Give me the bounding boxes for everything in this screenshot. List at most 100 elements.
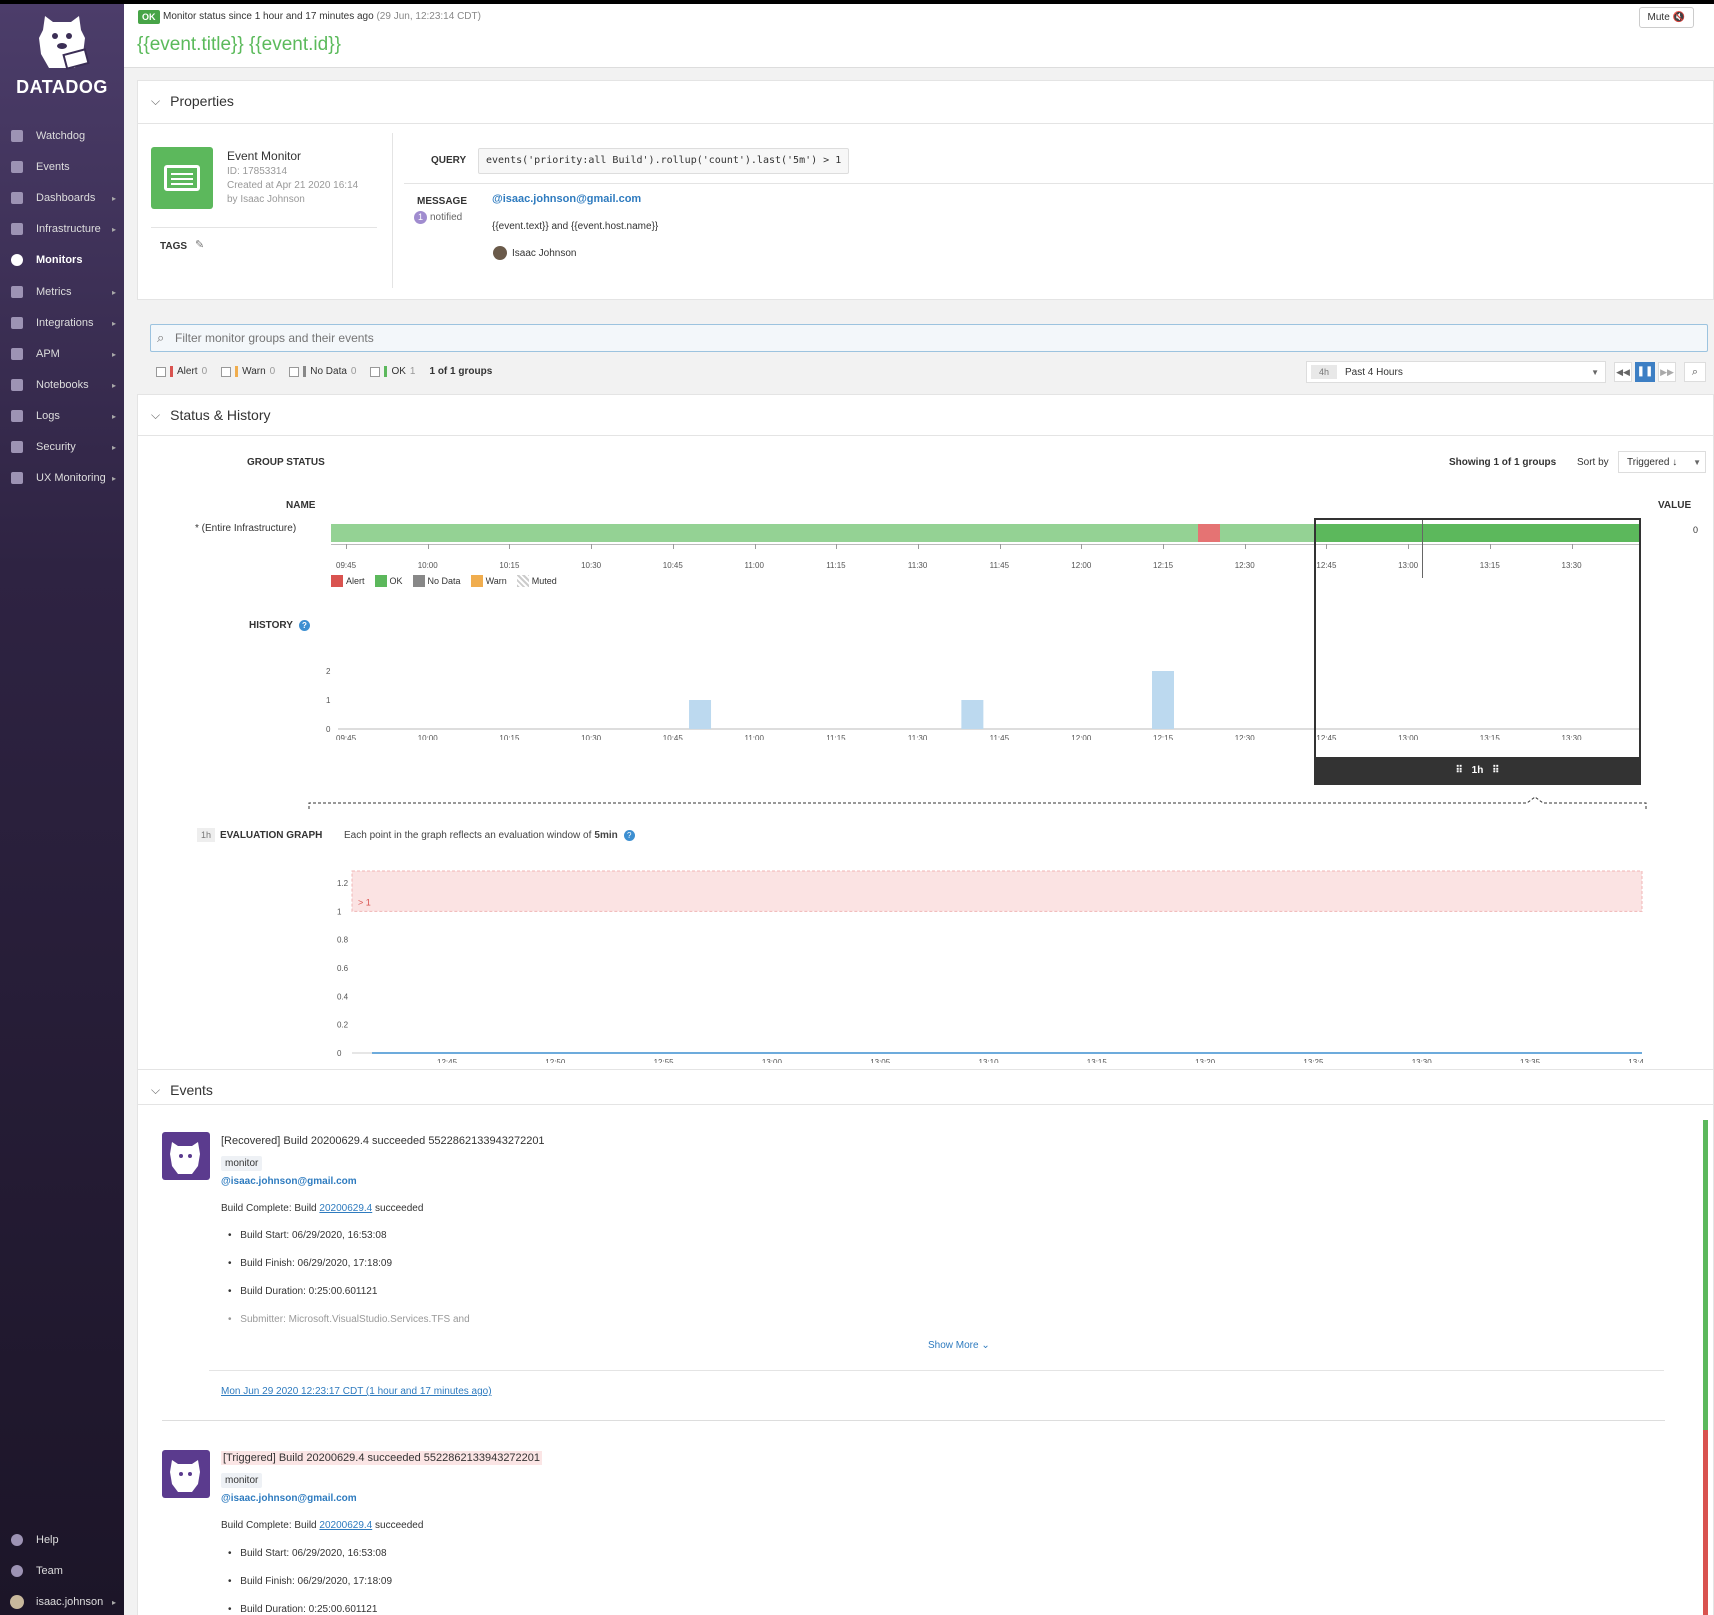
page-title: {{event.title}} {{event.id}} — [137, 34, 341, 55]
sidebar-item-label: Integrations — [36, 317, 94, 329]
pencil-icon[interactable]: ✎ — [195, 238, 204, 251]
drag-handle-icon[interactable]: ⠿ — [1492, 765, 1499, 776]
event-summary-prefix: Build Complete: Build — [221, 1520, 317, 1531]
message-recipient-link[interactable]: @isaac.johnson@gmail.com — [492, 193, 641, 205]
event-tag-label: monitor — [221, 1473, 263, 1488]
filter-warn[interactable]: Warn 0 — [221, 366, 275, 377]
event-summary-suffix: succeeded — [375, 1520, 424, 1531]
sidebar-item-notebooks[interactable]: Notebooks ▸ — [0, 371, 124, 399]
checkbox[interactable] — [221, 366, 232, 377]
show-more-button[interactable]: Show More ⌄ — [928, 1340, 990, 1351]
eval-description-row: Each point in the graph reflects an eval… — [344, 830, 635, 841]
legend-ok: OK — [374, 575, 403, 587]
query-label: QUERY — [431, 155, 467, 166]
window-handle[interactable]: ⠿ 1h ⠿ — [1314, 757, 1641, 785]
event-bullet: • Build Duration: 0:25:00.601121 — [228, 1604, 378, 1615]
group-name[interactable]: * (Entire Infrastructure) — [195, 523, 296, 534]
eval-y-tick: 0 — [337, 1049, 342, 1058]
sidebar-item-ux-monitoring[interactable]: UX Monitoring ▸ — [0, 464, 124, 492]
filter-no-data[interactable]: No Data 0 — [289, 366, 356, 377]
event-title[interactable]: [Triggered] Build 20200629.4 succeeded 5… — [221, 1451, 543, 1465]
shield-icon — [11, 441, 23, 453]
sidebar-item-security[interactable]: Security ▸ — [0, 433, 124, 461]
event-timestamp-link[interactable]: Mon Jun 29 2020 12:23:17 CDT (1 hour and… — [221, 1386, 492, 1397]
sidebar-item-dashboards[interactable]: Dashboards ▸ — [0, 184, 124, 212]
filter-ok[interactable]: OK 1 — [370, 366, 415, 377]
event-bullet: • Build Duration: 0:25:00.601121 — [228, 1286, 378, 1297]
status-history-title: Status & History — [170, 407, 271, 423]
evaluation-chart: > 1 1.2 1 0.8 0.6 0.4 0.2 0 12:45 12:50 12:55 13:00… — [337, 870, 1644, 1063]
events-panel: ⌵ Events [Recovered] Build 20200629.4 suc… — [137, 1070, 1714, 1615]
time-tick: 11:30 — [907, 561, 928, 570]
sidebar-item-infrastructure[interactable]: Infrastructure ▸ — [0, 215, 124, 243]
selection-window[interactable]: ⠿ 1h ⠿ — [1314, 518, 1641, 785]
event-tag[interactable]: monitor — [221, 1153, 263, 1171]
status-color-bar — [170, 366, 173, 377]
sidebar-item-label: Metrics — [36, 286, 72, 298]
help-icon[interactable]: ? — [623, 830, 635, 841]
sidebar-item-label: Watchdog — [36, 130, 86, 142]
fast-forward-button[interactable]: ▶▶ — [1658, 362, 1676, 382]
zoom-icon[interactable]: ⌕ — [1684, 362, 1706, 382]
build-link[interactable]: 20200629.4 — [319, 1520, 372, 1531]
speaker-muted-icon: 🔇 — [1672, 12, 1685, 23]
history-x-tick: 11:15 — [826, 734, 846, 740]
checkbox[interactable] — [289, 366, 300, 377]
main-content: OK Monitor status since 1 hour and 17 mi… — [124, 4, 1714, 1615]
bullet-text: Build Start: 06/29/2020, 16:53:08 — [240, 1548, 387, 1559]
sidebar-item-integrations[interactable]: Integrations ▸ — [0, 309, 124, 337]
notified-count-row: 1 notified — [414, 211, 462, 224]
status-legend: Alert OK No Data Warn Muted — [331, 575, 567, 587]
logs-icon — [11, 410, 23, 422]
checkbox[interactable] — [156, 366, 166, 377]
ux-icon — [11, 472, 23, 484]
help-icon[interactable]: ? — [298, 620, 310, 631]
status-time: (29 Jun, 12:23:14 CDT) — [376, 11, 481, 22]
event-recipient-link[interactable]: @isaac.johnson@gmail.com — [221, 1176, 357, 1187]
status-badge: OK — [138, 10, 160, 24]
checkbox[interactable] — [370, 366, 381, 377]
history-bar[interactable] — [961, 700, 984, 729]
event-recipient-link[interactable]: @isaac.johnson@gmail.com — [221, 1493, 357, 1504]
sidebar-item-watchdog[interactable]: Watchdog — [0, 122, 124, 150]
monitor-type: Event Monitor — [227, 149, 302, 163]
time-range-select[interactable]: 4h Past 4 Hours ▼ — [1306, 361, 1606, 383]
sidebar-item-apm[interactable]: APM ▸ — [0, 340, 124, 368]
user-avatar — [10, 1595, 24, 1609]
datadog-logo[interactable]: DATADOG — [0, 4, 124, 99]
rewind-button[interactable]: ◀◀ — [1614, 362, 1632, 382]
legend-no-data: No Data — [412, 575, 461, 587]
sidebar-bottom-user[interactable]: isaac.johnson ▸ — [0, 1588, 124, 1615]
sidebar-item-logs[interactable]: Logs ▸ — [0, 402, 124, 430]
sidebar-item-monitors[interactable]: Monitors — [0, 246, 124, 274]
legend-label: No Data — [427, 576, 461, 586]
build-link[interactable]: 20200629.4 — [319, 1203, 372, 1214]
name-column-label: NAME — [286, 500, 316, 511]
filter-alert[interactable]: Alert 0 — [156, 366, 207, 377]
event-summary: Build Complete: Build 20200629.4 succeed… — [221, 1520, 423, 1531]
drag-handle-icon[interactable]: ⠿ — [1456, 765, 1463, 776]
sidebar-item-metrics[interactable]: Metrics ▸ — [0, 278, 124, 306]
sidebar-item-events[interactable]: Events — [0, 153, 124, 181]
filter-input[interactable] — [175, 328, 1695, 348]
history-bar[interactable] — [1152, 671, 1174, 729]
history-x-tick: 10:15 — [499, 734, 520, 740]
alert-icon — [11, 254, 23, 266]
chevron-right-icon: ▸ — [111, 349, 116, 359]
event-tag[interactable]: monitor — [221, 1470, 263, 1488]
events-toggle[interactable]: ⌵ Events — [151, 1082, 213, 1098]
sidebar-bottom-team[interactable]: Team — [0, 1557, 124, 1585]
event-title[interactable]: [Recovered] Build 20200629.4 succeeded 5… — [221, 1135, 545, 1147]
status-history-toggle[interactable]: ⌵ Status & History — [151, 407, 270, 423]
caret-down-icon: ▼ — [1591, 367, 1599, 377]
time-tick: 10:15 — [499, 561, 520, 570]
mute-button[interactable]: Mute 🔇 — [1638, 7, 1694, 28]
pause-button[interactable]: ❚❚ — [1635, 362, 1655, 382]
sort-select[interactable]: Triggered ↓ ▼ — [1618, 451, 1706, 473]
dog-logo-icon — [39, 16, 90, 70]
properties-toggle[interactable]: ⌵ Properties — [151, 93, 234, 109]
legend-muted: Muted — [516, 575, 557, 587]
history-bar[interactable] — [689, 700, 712, 729]
history-y-tick: 2 — [326, 667, 331, 676]
sidebar-bottom-help[interactable]: Help — [0, 1526, 124, 1554]
